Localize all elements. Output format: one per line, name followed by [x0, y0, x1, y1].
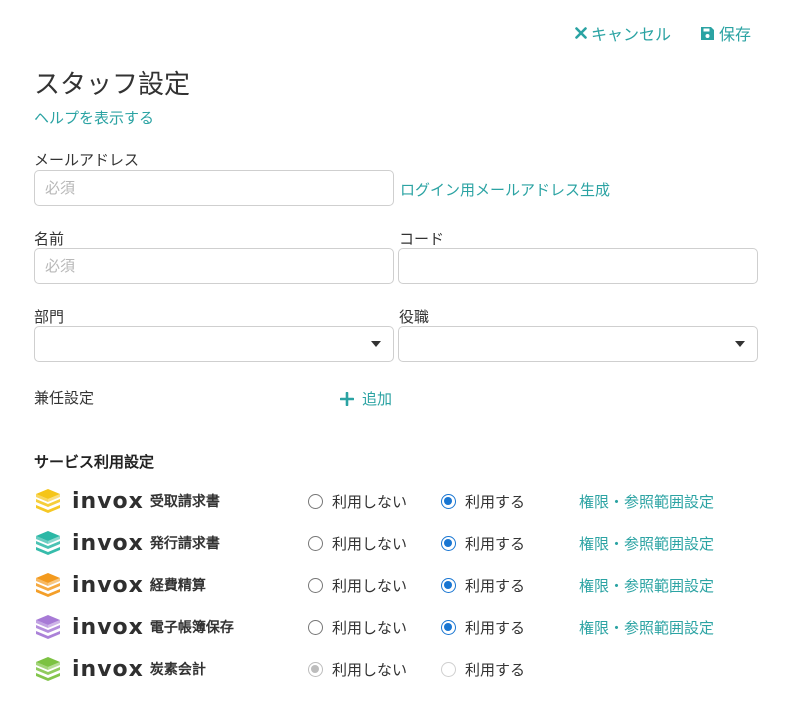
code-input[interactable] — [398, 248, 758, 284]
permission-settings-link[interactable]: 権限・参照範囲設定 — [579, 617, 714, 638]
services-section-title: サービス利用設定 — [34, 453, 155, 471]
service-name: 経費精算 — [149, 578, 206, 594]
radio-use[interactable]: 利用する — [441, 617, 525, 638]
department-select[interactable] — [34, 326, 394, 362]
save-icon — [701, 26, 714, 40]
radio-not-use: 利用しない — [308, 659, 407, 680]
cancel-button[interactable]: キャンセル — [575, 21, 671, 45]
code-label: コード — [399, 230, 445, 248]
radio-circle[interactable] — [441, 536, 456, 551]
radio-label: 利用しない — [332, 661, 408, 679]
invox-logo-text: invox — [72, 656, 144, 682]
radio-circle[interactable] — [441, 578, 456, 593]
page-title: スタッフ設定 — [34, 70, 191, 100]
department-label: 部門 — [34, 308, 65, 326]
radio-label: 利用しない — [332, 577, 408, 595]
cancel-label: キャンセル — [591, 25, 672, 44]
position-select[interactable] — [398, 326, 758, 362]
radio-label: 利用する — [465, 661, 526, 679]
radio-circle[interactable] — [308, 578, 323, 593]
stack-yellow-icon — [36, 489, 60, 513]
radio-label: 利用する — [465, 619, 526, 637]
radio-use[interactable]: 利用する — [441, 491, 525, 512]
service-name: 発行請求書 — [149, 536, 220, 552]
invox-logo-text: invox — [72, 530, 144, 556]
save-button[interactable]: 保存 — [700, 21, 751, 45]
close-icon — [575, 27, 587, 39]
plus-icon — [340, 391, 354, 406]
name-label: 名前 — [34, 230, 65, 248]
radio-circle[interactable] — [441, 494, 456, 509]
radio-label: 利用しない — [332, 619, 408, 637]
service-name: 受取請求書 — [149, 494, 220, 510]
position-label: 役職 — [399, 308, 430, 326]
radio-use[interactable]: 利用する — [441, 575, 525, 596]
generate-email-link[interactable]: ログイン用メールアドレス生成 — [400, 179, 610, 200]
radio-circle — [441, 662, 456, 677]
radio-circle[interactable] — [441, 620, 456, 635]
add-label: 追加 — [362, 390, 393, 408]
service-name: 電子帳簿保存 — [149, 620, 234, 636]
stack-purple-icon — [36, 615, 60, 639]
invox-logo-text: invox — [72, 488, 144, 514]
radio-use: 利用する — [441, 659, 525, 680]
stack-orange-icon — [36, 573, 60, 597]
name-input[interactable] — [34, 248, 394, 284]
radio-label: 利用する — [465, 535, 526, 553]
permission-settings-link[interactable]: 権限・参照範囲設定 — [579, 491, 714, 512]
radio-not-use[interactable]: 利用しない — [308, 575, 407, 596]
email-input[interactable] — [34, 170, 394, 206]
email-label: メールアドレス — [34, 151, 140, 169]
radio-use[interactable]: 利用する — [441, 533, 525, 554]
radio-circle[interactable] — [308, 494, 323, 509]
radio-not-use[interactable]: 利用しない — [308, 617, 407, 638]
radio-circle — [308, 662, 323, 677]
permission-settings-link[interactable]: 権限・参照範囲設定 — [579, 533, 714, 554]
permission-settings-link[interactable]: 権限・参照範囲設定 — [579, 575, 714, 596]
caret-down-icon — [735, 341, 745, 347]
radio-not-use[interactable]: 利用しない — [308, 491, 407, 512]
invox-logo-text: invox — [72, 572, 144, 598]
radio-label: 利用する — [465, 577, 526, 595]
service-name: 炭素会計 — [149, 662, 206, 678]
help-link[interactable]: ヘルプを表示する — [34, 107, 154, 128]
invox-logo-text: invox — [72, 614, 144, 640]
radio-circle[interactable] — [308, 620, 323, 635]
save-label: 保存 — [719, 25, 752, 44]
radio-not-use[interactable]: 利用しない — [308, 533, 407, 554]
radio-label: 利用しない — [332, 535, 408, 553]
radio-label: 利用しない — [332, 493, 408, 511]
stack-green-icon — [36, 657, 60, 681]
radio-label: 利用する — [465, 493, 526, 511]
caret-down-icon — [371, 341, 381, 347]
concurrent-label: 兼任設定 — [34, 389, 95, 407]
stack-teal-icon — [36, 531, 60, 555]
add-concurrent-button[interactable]: 追加 — [340, 388, 392, 409]
radio-circle[interactable] — [308, 536, 323, 551]
